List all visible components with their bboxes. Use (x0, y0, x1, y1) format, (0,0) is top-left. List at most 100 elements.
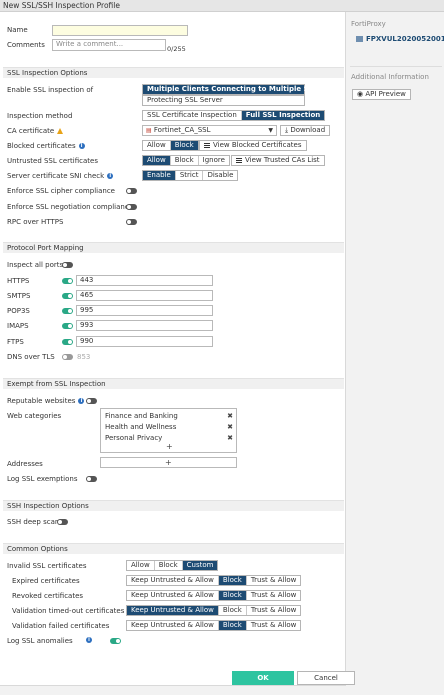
port-label-https: HTTPS (7, 277, 30, 285)
web-categories-box[interactable]: Finance and Banking ✖ Health and Wellness… (100, 408, 237, 453)
ca-label: CA certificate (7, 127, 64, 135)
port-toggle-https[interactable] (62, 278, 73, 284)
untrusted-allow[interactable]: Allow (143, 156, 171, 165)
remove-icon[interactable]: ✖ (227, 434, 233, 442)
info-icon: i (78, 143, 85, 149)
port-input-imaps[interactable]: 993 (76, 320, 213, 331)
ok-button[interactable]: OK (232, 671, 294, 685)
section-ssh: SSH Inspection Options (3, 500, 344, 511)
info-icon: i (86, 637, 92, 643)
eye-icon: ◉ (357, 90, 364, 98)
sni-strict[interactable]: Strict (176, 171, 204, 180)
add-icon[interactable]: + (165, 458, 172, 467)
revoked-block[interactable]: Block (218, 591, 247, 600)
view-trusted-button[interactable]: View Trusted CAs List (231, 155, 325, 166)
negotiation-label: Enforce SSL negotiation compliance (7, 203, 133, 211)
chevron-down-icon: ▼ (268, 127, 273, 134)
negotiation-toggle[interactable] (126, 204, 137, 210)
sidebar-divider (350, 66, 442, 67)
ca-select[interactable]: ▤ Fortinet_CA_SSL ▼ (142, 125, 277, 136)
category-item: Health and Wellness (105, 423, 177, 431)
window-title: New SSL/SSH Inspection Profile (0, 0, 444, 12)
method-label: Inspection method (7, 112, 73, 120)
untrusted-label: Untrusted SSL certificates (7, 157, 98, 165)
untrusted-toggle[interactable]: Allow Block Ignore (142, 155, 230, 166)
port-label-ftps: FTPS (7, 338, 24, 346)
sidebar-device-link[interactable]: FPXVUL2020052001 (356, 35, 444, 43)
port-toggle-pop3s[interactable] (62, 308, 73, 314)
invalid-custom[interactable]: Custom (182, 561, 218, 570)
log-anomalies-toggle[interactable] (110, 638, 121, 644)
port-toggle-imaps[interactable] (62, 323, 73, 329)
blocked-toggle[interactable]: Allow Block (142, 140, 199, 151)
sni-enable[interactable]: Enable (143, 171, 176, 180)
sidebar-info-header: Additional Information (351, 73, 429, 81)
port-toggle-smtps[interactable] (62, 293, 73, 299)
cipher-toggle[interactable] (126, 188, 137, 194)
port-input-https[interactable]: 443 (76, 275, 213, 286)
name-input[interactable] (52, 25, 188, 36)
failed-toggle[interactable]: Keep Untrusted & Allow Block Trust & Allow (126, 620, 302, 631)
cipher-label: Enforce SSL cipher compliance (7, 187, 115, 195)
ssh-deep-scan-label: SSH deep scan (7, 518, 60, 526)
api-preview-button[interactable]: ◉ API Preview (352, 89, 411, 100)
blocked-block[interactable]: Block (170, 141, 198, 150)
invalid-toggle[interactable]: Allow Block Custom (126, 560, 219, 571)
expired-trust[interactable]: Trust & Allow (247, 576, 301, 585)
method-full-inspection[interactable]: Full SSL Inspection (241, 111, 325, 120)
port-toggle-ftps[interactable] (62, 339, 73, 345)
method-cert-inspection[interactable]: SSL Certificate Inspection (143, 111, 242, 120)
info-icon: i (78, 398, 85, 404)
timedout-block[interactable]: Block (219, 606, 247, 615)
sni-disable[interactable]: Disable (203, 171, 237, 180)
addresses-input[interactable]: + (100, 457, 237, 468)
invalid-allow[interactable]: Allow (127, 561, 155, 570)
revoked-toggle[interactable]: Keep Untrusted & Allow Block Trust & Allow (126, 590, 302, 601)
failed-trust[interactable]: Trust & Allow (247, 621, 301, 630)
failed-block[interactable]: Block (218, 621, 247, 630)
timedout-trust[interactable]: Trust & Allow (247, 606, 301, 615)
reputable-toggle[interactable] (86, 398, 97, 404)
timedout-toggle[interactable]: Keep Untrusted & Allow Block Trust & Allow (126, 605, 302, 616)
ssh-deep-scan-toggle[interactable] (57, 519, 68, 525)
add-icon[interactable]: + (166, 442, 173, 451)
untrusted-ignore[interactable]: Ignore (199, 156, 229, 165)
expired-block[interactable]: Block (218, 576, 247, 585)
untrusted-block[interactable]: Block (171, 156, 199, 165)
revoked-keep[interactable]: Keep Untrusted & Allow (127, 591, 219, 600)
download-button[interactable]: ⤓ Download (280, 125, 331, 136)
remove-icon[interactable]: ✖ (227, 412, 233, 420)
inspect-all-toggle[interactable] (62, 262, 73, 268)
comments-count: 0/255 (167, 45, 186, 53)
port-label-smtps: SMTPS (7, 292, 31, 300)
category-item: Personal Privacy (105, 434, 163, 442)
list-icon (204, 142, 210, 148)
sni-label: Server certificate SNI check i (7, 172, 114, 180)
rpc-toggle[interactable] (126, 219, 137, 225)
revoked-trust[interactable]: Trust & Allow (247, 591, 301, 600)
mode-multiple-clients[interactable]: Multiple Clients Connecting to Multiple … (142, 84, 334, 95)
blocked-allow[interactable]: Allow (143, 141, 171, 150)
mode-protecting-server[interactable]: Protecting SSL Server (142, 95, 305, 106)
port-input-pop3s[interactable]: 995 (76, 305, 213, 316)
failed-keep[interactable]: Keep Untrusted & Allow (127, 621, 219, 630)
expired-toggle[interactable]: Keep Untrusted & Allow Block Trust & Allow (126, 575, 302, 586)
port-input-ftps[interactable]: 990 (76, 336, 213, 347)
dns-toggle[interactable] (62, 354, 73, 360)
sni-toggle[interactable]: Enable Strict Disable (142, 170, 239, 181)
invalid-label: Invalid SSL certificates (7, 562, 87, 570)
invalid-block[interactable]: Block (155, 561, 183, 570)
download-icon: ⤓ (285, 126, 289, 134)
method-toggle[interactable]: SSL Certificate Inspection Full SSL Inspe… (142, 110, 326, 121)
reputable-label: Reputable websites i (7, 397, 85, 405)
remove-icon[interactable]: ✖ (227, 423, 233, 431)
view-blocked-button[interactable]: View Blocked Certificates (199, 140, 307, 151)
comments-input[interactable]: Write a comment... (52, 39, 166, 51)
cancel-button[interactable]: Cancel (297, 671, 355, 685)
log-exempt-toggle[interactable] (86, 476, 97, 482)
timedout-keep[interactable]: Keep Untrusted & Allow (127, 606, 219, 615)
port-label-imaps: IMAPS (7, 322, 29, 330)
expired-keep[interactable]: Keep Untrusted & Allow (127, 576, 219, 585)
port-input-smtps[interactable]: 465 (76, 290, 213, 301)
revoked-label: Revoked certificates (12, 592, 84, 600)
